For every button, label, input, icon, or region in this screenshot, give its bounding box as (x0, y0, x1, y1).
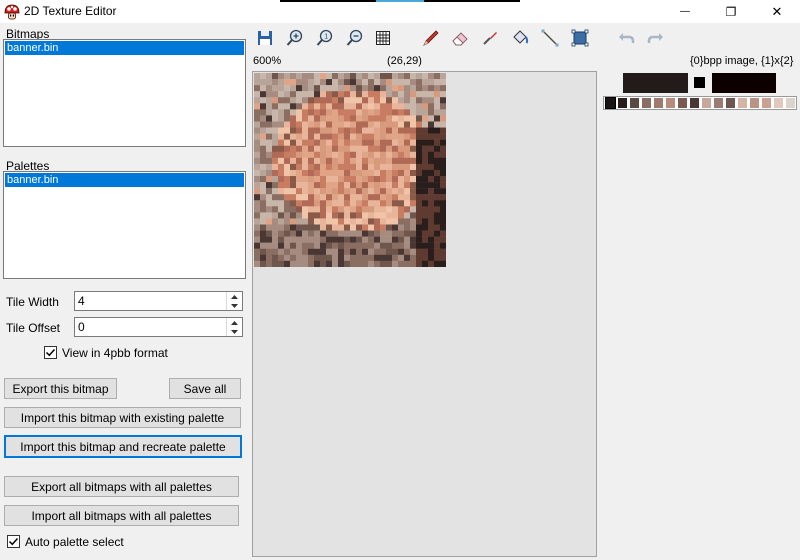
zoom-out-icon[interactable] (344, 27, 366, 49)
palette-swatch[interactable] (689, 97, 700, 109)
eyedropper-icon[interactable] (479, 27, 501, 49)
minimize-button[interactable]: — (662, 0, 708, 23)
window-title: 2D Texture Editor (24, 4, 117, 18)
palette-swatch[interactable] (749, 97, 760, 109)
maximize-button[interactable]: ❐ (708, 0, 754, 23)
palette-swatch[interactable] (785, 97, 796, 109)
spin-up-icon[interactable] (227, 318, 242, 327)
auto-palette-label: Auto palette select (25, 535, 124, 549)
primary-color-swatch[interactable] (623, 73, 688, 93)
tile-offset-value: 0 (78, 320, 85, 334)
palette-swatch[interactable] (713, 97, 724, 109)
tile-offset-label: Tile Offset (6, 321, 61, 335)
palette-swatch[interactable] (701, 97, 712, 109)
palette-swatch[interactable] (617, 97, 628, 109)
zoom-in-icon[interactable] (284, 27, 306, 49)
fill-bucket-icon[interactable] (509, 27, 531, 49)
checkmark-icon (45, 348, 56, 357)
bitmaps-list[interactable]: banner.bin (3, 39, 246, 147)
export-bitmap-button[interactable]: Export this bitmap (4, 378, 117, 399)
palette-swatch[interactable] (677, 97, 688, 109)
close-button[interactable]: ✕ (754, 0, 800, 23)
title-accent-mid (376, 0, 424, 2)
palette-swatch[interactable] (761, 97, 772, 109)
svg-text:1: 1 (324, 34, 328, 41)
save-all-button[interactable]: Save all (169, 378, 241, 399)
palette-swatch[interactable] (605, 97, 616, 109)
color-swap-icon[interactable] (694, 77, 705, 88)
title-bar: 2D Texture Editor — ❐ ✕ (0, 0, 800, 23)
canvas-area[interactable] (252, 71, 597, 557)
import-existing-palette-button[interactable]: Import this bitmap with existing palette (4, 407, 241, 428)
checkmark-icon (8, 537, 19, 546)
view-4pbb-label: View in 4pbb format (62, 346, 168, 360)
tile-width-label: Tile Width (6, 295, 59, 309)
tile-offset-stepper[interactable]: 0 (74, 317, 243, 337)
eraser-icon[interactable] (449, 27, 471, 49)
palette-swatch[interactable] (773, 97, 784, 109)
import-recreate-palette-button[interactable]: Import this bitmap and recreate palette (4, 435, 242, 458)
tile-width-stepper[interactable]: 4 (74, 291, 243, 311)
image-info: {0}bpp image, {1}x{2} (690, 55, 794, 67)
zoom-reset-icon[interactable]: 1 (314, 27, 336, 49)
cursor-position: (26,29) (387, 55, 422, 67)
select-rect-icon[interactable] (569, 27, 591, 49)
spin-up-icon[interactable] (227, 292, 242, 301)
list-item[interactable]: banner.bin (5, 173, 244, 187)
palette-swatch[interactable] (641, 97, 652, 109)
grid-icon[interactable] (372, 27, 394, 49)
zoom-level: 600% (253, 55, 282, 67)
view-4pbb-checkbox[interactable] (44, 346, 57, 359)
line-icon[interactable] (539, 27, 561, 49)
palette-swatch[interactable] (629, 97, 640, 109)
palettes-list[interactable]: banner.bin (3, 171, 246, 279)
mushroom-icon (4, 4, 20, 20)
auto-palette-checkbox[interactable] (7, 535, 20, 548)
palette-swatch[interactable] (653, 97, 664, 109)
export-all-button[interactable]: Export all bitmaps with all palettes (4, 476, 239, 497)
palette-swatch[interactable] (737, 97, 748, 109)
import-all-button[interactable]: Import all bitmaps with all palettes (4, 505, 239, 526)
redo-icon[interactable] (645, 27, 667, 49)
undo-icon[interactable] (615, 27, 637, 49)
pencil-icon[interactable] (420, 27, 442, 49)
palette-swatch[interactable] (665, 97, 676, 109)
spin-down-icon[interactable] (227, 327, 242, 336)
tile-width-value: 4 (78, 294, 85, 308)
list-item[interactable]: banner.bin (5, 41, 244, 55)
palette-swatch[interactable] (725, 97, 736, 109)
secondary-color-swatch[interactable] (712, 73, 776, 93)
spin-down-icon[interactable] (227, 301, 242, 310)
texture-canvas[interactable] (254, 73, 446, 267)
title-accent-left (280, 0, 376, 2)
title-accent-right (424, 0, 520, 2)
save-icon[interactable] (254, 27, 276, 49)
